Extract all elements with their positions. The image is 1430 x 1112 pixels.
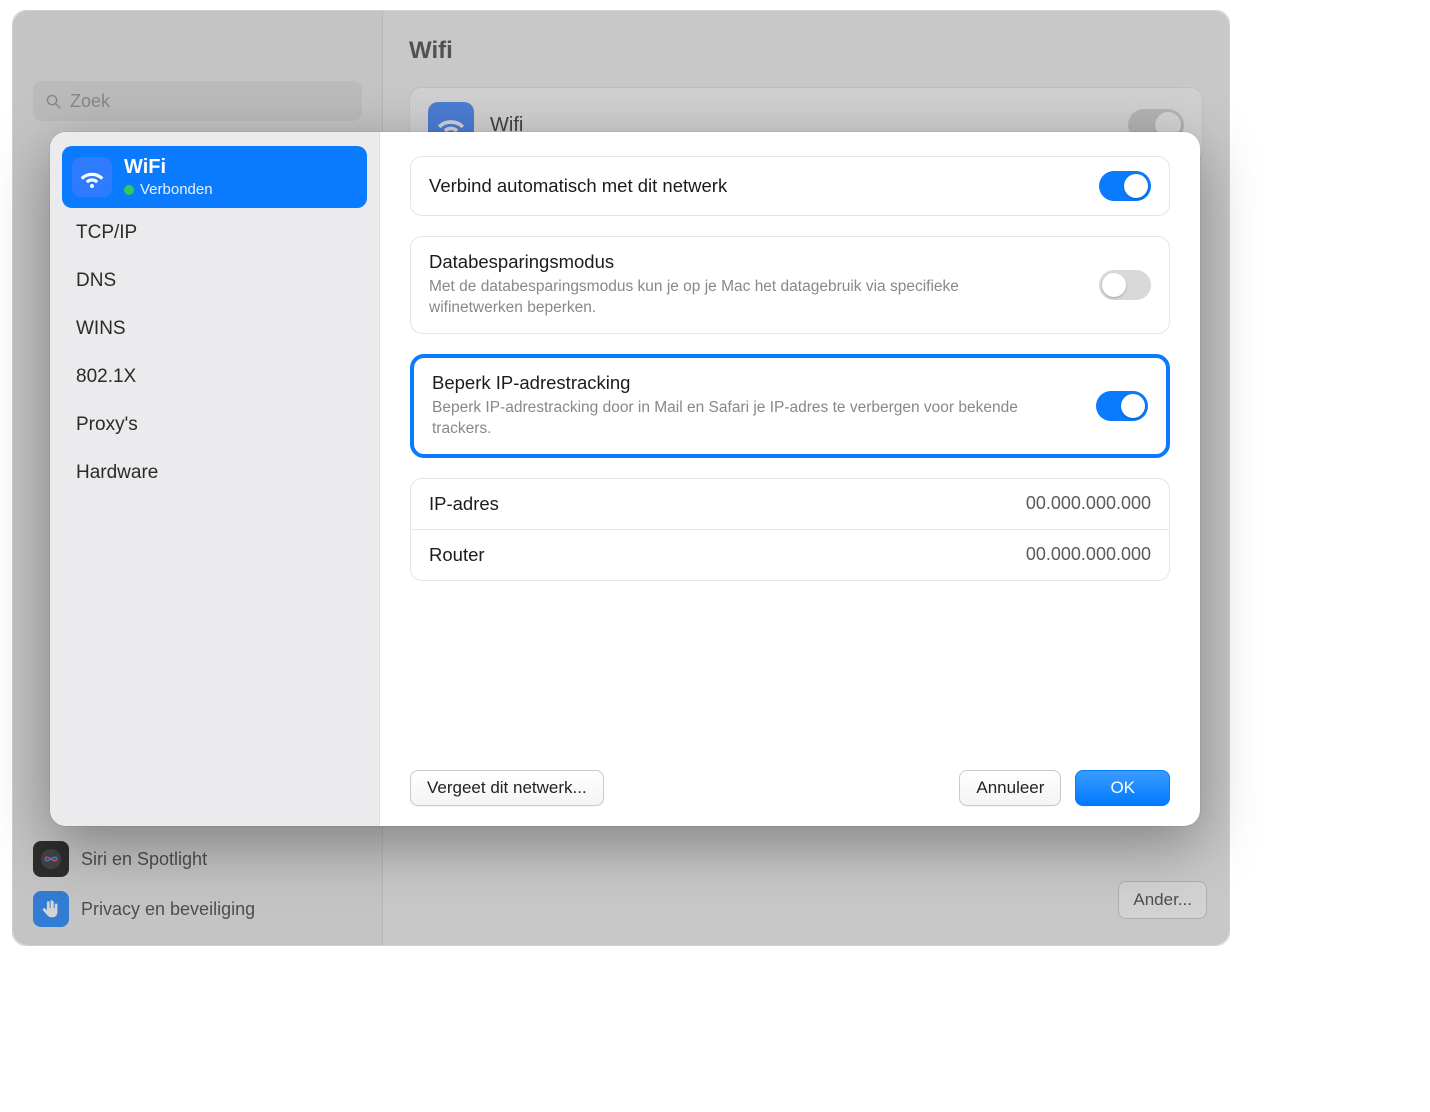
cancel-button[interactable]: Annuleer xyxy=(959,770,1061,806)
limit-tracking-group: Beperk IP-adrestracking Beperk IP-adrest… xyxy=(410,354,1170,458)
low-data-label: Databesparingsmodus xyxy=(429,251,1099,273)
limit-tracking-label: Beperk IP-adrestracking xyxy=(432,372,1096,394)
limit-tracking-desc: Beperk IP-adrestracking door in Mail en … xyxy=(432,398,1032,440)
data-mode-group: Databesparingsmodus Met de databesparing… xyxy=(410,236,1170,334)
ip-value: 00.000.000.000 xyxy=(1026,493,1151,514)
low-data-toggle[interactable] xyxy=(1099,270,1151,300)
sidebar-item-siri[interactable]: Siri en Spotlight xyxy=(23,835,372,883)
auto-join-group: Verbind automatisch met dit netwerk xyxy=(410,156,1170,216)
wifi-name: WiFi xyxy=(124,156,213,179)
sheet-sidebar: WiFi Verbonden TCP/IP DNS WINS 802.1X Pr… xyxy=(50,132,380,826)
router-value: 00.000.000.000 xyxy=(1026,544,1151,565)
auto-join-label: Verbind automatisch met dit netwerk xyxy=(429,175,1099,197)
limit-tracking-toggle[interactable] xyxy=(1096,391,1148,421)
sidebar-item-wifi[interactable]: WiFi Verbonden xyxy=(62,146,367,208)
sidebar-item-proxies[interactable]: Proxy's xyxy=(62,402,367,448)
sidebar-item-tcpip[interactable]: TCP/IP xyxy=(62,210,367,256)
sidebar-item-privacy[interactable]: Privacy en beveiliging xyxy=(23,885,372,933)
status-dot-icon xyxy=(124,185,134,195)
siri-icon xyxy=(33,841,69,877)
sidebar-item-8021x[interactable]: 802.1X xyxy=(62,354,367,400)
auto-join-toggle[interactable] xyxy=(1099,171,1151,201)
router-row: Router 00.000.000.000 xyxy=(411,529,1169,580)
ok-button[interactable]: OK xyxy=(1075,770,1170,806)
low-data-desc: Met de databesparingsmodus kun je op je … xyxy=(429,277,1029,319)
wifi-details-sheet: WiFi Verbonden TCP/IP DNS WINS 802.1X Pr… xyxy=(50,132,1200,826)
sidebar-item-dns[interactable]: DNS xyxy=(62,258,367,304)
wifi-status: Verbonden xyxy=(124,181,213,198)
other-network-button[interactable]: Ander... xyxy=(1118,881,1207,919)
search-icon xyxy=(45,93,62,110)
address-group: IP-adres 00.000.000.000 Router 00.000.00… xyxy=(410,478,1170,581)
ip-label: IP-adres xyxy=(429,493,1026,515)
search-placeholder: Zoek xyxy=(70,91,110,112)
router-label: Router xyxy=(429,544,1026,566)
forget-network-button[interactable]: Vergeet dit netwerk... xyxy=(410,770,604,806)
sidebar-item-label: Siri en Spotlight xyxy=(81,849,207,870)
page-title: Wifi xyxy=(409,37,1203,65)
hand-icon xyxy=(33,891,69,927)
sheet-main: Verbind automatisch met dit netwerk Data… xyxy=(380,132,1200,826)
ip-row: IP-adres 00.000.000.000 xyxy=(411,479,1169,529)
sidebar-item-wins[interactable]: WINS xyxy=(62,306,367,352)
sidebar-item-hardware[interactable]: Hardware xyxy=(62,450,367,496)
search-field[interactable]: Zoek xyxy=(33,81,362,121)
sheet-actions: Vergeet dit netwerk... Annuleer OK xyxy=(410,760,1170,806)
wifi-icon xyxy=(72,157,112,197)
sidebar-item-label: Privacy en beveiliging xyxy=(81,899,255,920)
